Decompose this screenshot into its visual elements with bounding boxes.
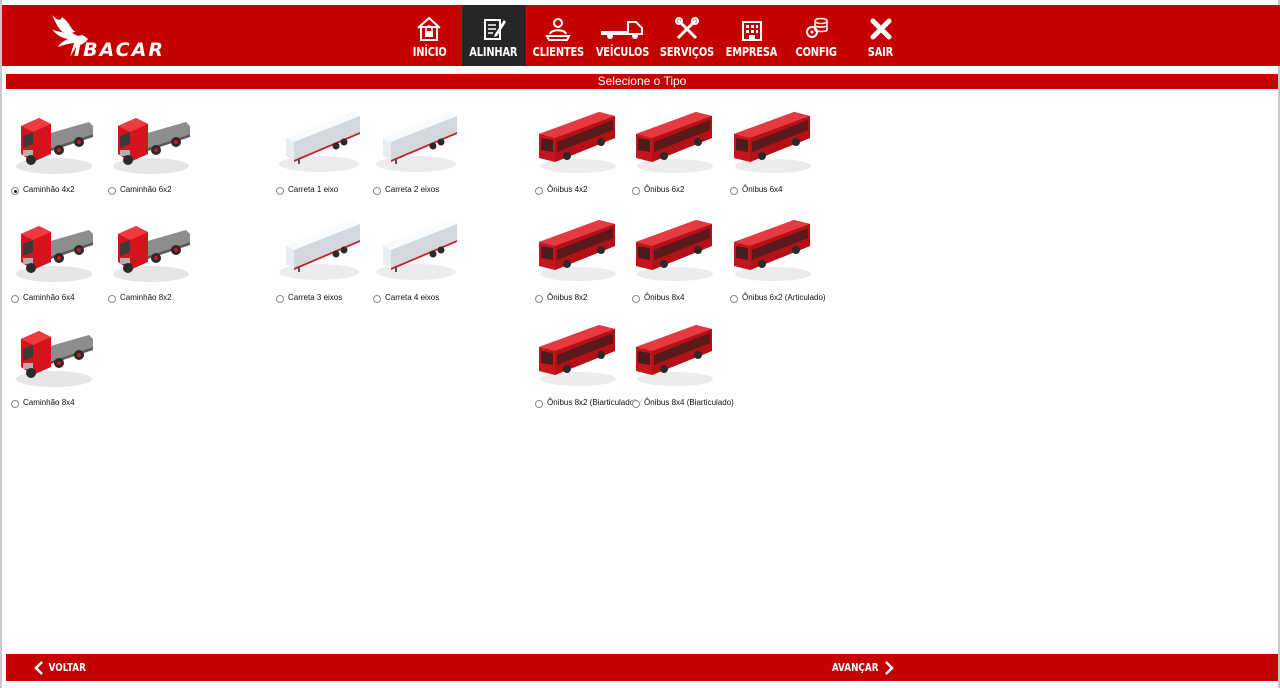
edit-document-icon [483, 19, 506, 40]
vehicle-label: Caminhão 6x2 [120, 185, 172, 194]
chevron-left-icon [34, 660, 43, 675]
bus-image[interactable] [630, 104, 720, 179]
vehicle-option[interactable]: Ônibus 6x4 [728, 104, 848, 204]
bus-image[interactable] [533, 317, 623, 392]
vehicle-option[interactable]: Ônibus 8x4 (Biarticulado) [630, 317, 750, 417]
vehicle-label: Caminhão 8x2 [120, 293, 172, 302]
truck-image[interactable] [9, 317, 99, 392]
nav-label-sair: SAIR [868, 45, 894, 59]
nav-config[interactable]: CONFIG [784, 5, 849, 66]
vehicle-option[interactable]: Caminhão 8x2 [106, 212, 226, 312]
close-icon [870, 18, 892, 40]
brand-name: IBACAR [74, 39, 165, 61]
vehicle-radio[interactable] [108, 187, 116, 195]
back-button-label: VOLTAR [48, 661, 86, 674]
nav-servicos[interactable]: SERVIÇOS [655, 5, 720, 66]
vehicle-radio[interactable] [373, 187, 381, 195]
trailer-image[interactable] [371, 212, 461, 287]
vehicle-label: Caminhão 8x4 [23, 398, 75, 407]
vehicle-label: Ônibus 8x4 (Biarticulado) [644, 398, 734, 407]
vehicle-label: Ônibus 4x2 [547, 185, 588, 194]
truck-image[interactable] [106, 104, 196, 179]
vehicle-option[interactable]: Carreta 4 eixos [371, 212, 491, 312]
bus-image[interactable] [533, 212, 623, 287]
vehicle-label: Ônibus 8x4 [644, 293, 685, 302]
vehicle-label: Ônibus 6x2 (Articulado) [742, 293, 826, 302]
vehicle-radio[interactable] [730, 295, 738, 303]
app-window: IBACAR INÍCIO ALINHAR CLIENTES VEÍCULOS … [0, 0, 1280, 688]
main-menu: INÍCIO ALINHAR CLIENTES VEÍCULOS SERVIÇO… [397, 5, 913, 66]
nav-veiculos[interactable]: VEÍCULOS [591, 5, 656, 66]
nav-label-servicos: SERVIÇOS [660, 45, 715, 59]
nav-clientes[interactable]: CLIENTES [526, 5, 591, 66]
vehicle-radio[interactable] [11, 187, 19, 195]
bus-image[interactable] [630, 317, 720, 392]
tow-truck-icon [600, 21, 643, 39]
vehicle-label: Ônibus 6x4 [742, 185, 783, 194]
vehicle-label: Ônibus 8x2 (Biarticulado) [547, 398, 637, 407]
vehicle-label: Carreta 4 eixos [385, 293, 440, 302]
footer-bar: VOLTAR AVANÇAR [6, 654, 1278, 681]
bus-image[interactable] [630, 212, 720, 287]
nav-empresa[interactable]: EMPRESA [720, 5, 785, 66]
nav-inicio[interactable]: INÍCIO [397, 5, 462, 66]
vehicle-radio[interactable] [730, 187, 738, 195]
trailer-image[interactable] [274, 104, 364, 179]
ibacar-logo: IBACAR [48, 13, 183, 61]
top-navigation-bar: IBACAR INÍCIO ALINHAR CLIENTES VEÍCULOS … [2, 5, 1280, 66]
nav-label-empresa: EMPRESA [725, 45, 778, 59]
building-icon [741, 21, 762, 41]
gear-database-icon [806, 17, 828, 38]
nav-alinhar[interactable]: ALINHAR [461, 5, 526, 66]
back-button[interactable]: VOLTAR [34, 654, 91, 681]
vehicle-label: Ônibus 6x2 [644, 185, 685, 194]
truck-image[interactable] [106, 212, 196, 287]
vehicle-label: Caminhão 6x4 [23, 293, 75, 302]
bus-image[interactable] [728, 104, 818, 179]
vehicle-label: Carreta 2 eixos [385, 185, 440, 194]
vehicle-radio[interactable] [632, 400, 640, 408]
vehicle-label: Carreta 3 eixos [288, 293, 343, 302]
chevron-right-icon [885, 660, 895, 675]
trailer-image[interactable] [274, 212, 364, 287]
vehicle-option[interactable]: Carreta 2 eixos [371, 104, 491, 204]
vehicle-radio[interactable] [11, 295, 19, 303]
vehicle-option[interactable]: Caminhão 8x4 [9, 317, 129, 417]
tools-icon [675, 17, 700, 40]
vehicle-radio[interactable] [276, 295, 284, 303]
nav-label-alinhar: ALINHAR [469, 45, 518, 59]
vehicle-radio[interactable] [108, 295, 116, 303]
truck-image[interactable] [9, 212, 99, 287]
vehicle-label: Ônibus 8x2 [547, 293, 588, 302]
vehicle-radio[interactable] [11, 400, 19, 408]
vehicle-label: Carreta 1 eixo [288, 185, 339, 194]
vehicle-radio[interactable] [276, 187, 284, 195]
vehicle-radio[interactable] [632, 295, 640, 303]
nav-label-config: CONFIG [795, 45, 837, 59]
truck-image[interactable] [9, 104, 99, 179]
vehicle-option[interactable]: Caminhão 6x2 [106, 104, 226, 204]
vehicle-option[interactable]: Ônibus 6x2 (Articulado) [728, 212, 848, 312]
client-icon [545, 18, 571, 41]
trailer-image[interactable] [371, 104, 461, 179]
vehicle-radio[interactable] [373, 295, 381, 303]
home-lock-icon [417, 16, 441, 41]
vehicle-radio[interactable] [632, 187, 640, 195]
nav-label-clientes: CLIENTES [532, 45, 584, 59]
nav-label-inicio: INÍCIO [412, 45, 447, 59]
next-button[interactable]: AVANÇAR [826, 654, 895, 681]
bus-image[interactable] [533, 104, 623, 179]
vehicle-label: Caminhão 4x2 [23, 185, 75, 194]
nav-sair[interactable]: SAIR [849, 5, 914, 66]
next-button-label: AVANÇAR [831, 661, 879, 674]
bus-image[interactable] [728, 212, 818, 287]
vehicle-radio[interactable] [535, 400, 543, 408]
nav-label-veiculos: VEÍCULOS [596, 45, 650, 59]
vehicle-radio[interactable] [535, 187, 543, 195]
page-title: Selecione o Tipo [6, 74, 1278, 89]
vehicle-radio[interactable] [535, 295, 543, 303]
